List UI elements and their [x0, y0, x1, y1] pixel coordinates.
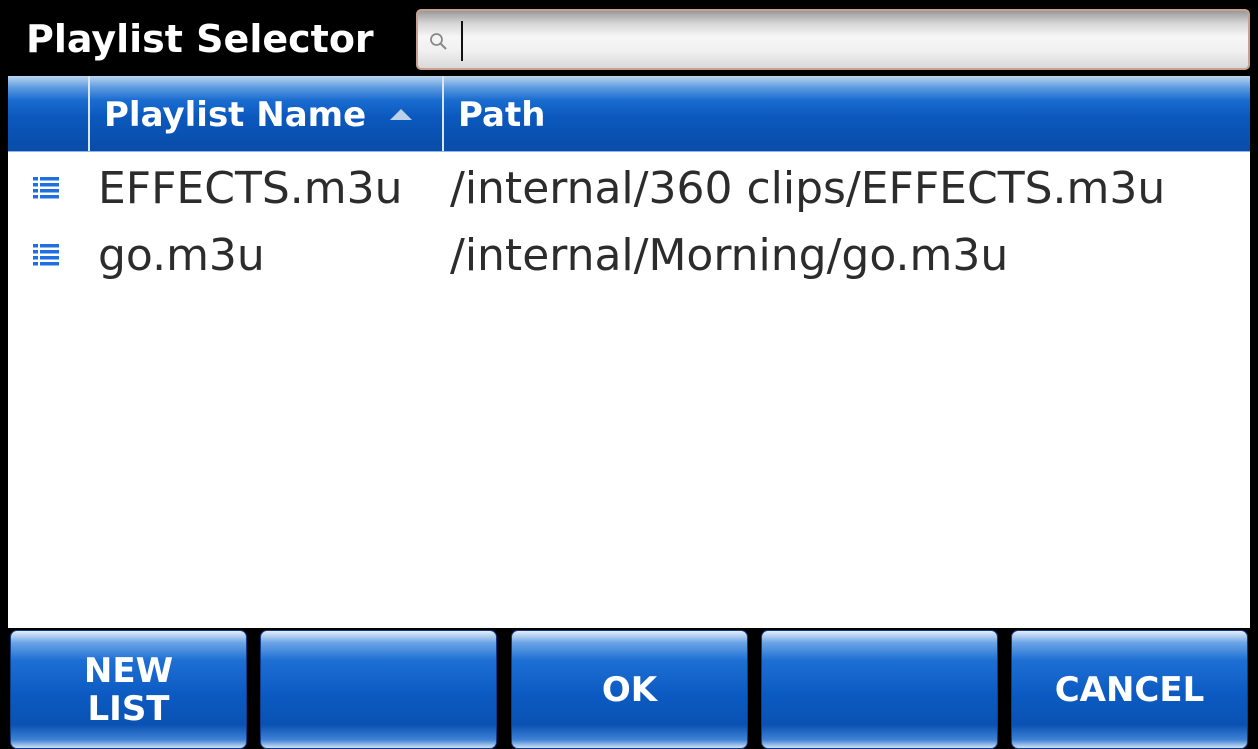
empty-button-2[interactable]: [260, 630, 497, 749]
search-icon: [430, 33, 447, 50]
playlist-path: /internal/Morning/go.m3u: [450, 230, 1009, 281]
column-header-label: Playlist Name: [104, 95, 367, 135]
playlist-table: Playlist Name Path EFFECTS.m3u /internal…: [8, 76, 1250, 628]
new-list-button-label: NEW LIST: [83, 650, 174, 729]
new-list-button[interactable]: NEW LIST: [10, 630, 247, 749]
cancel-button[interactable]: CANCEL: [1011, 630, 1248, 749]
playlist-icon: [33, 177, 59, 199]
dialog-title: Playlist Selector: [26, 17, 374, 61]
search-input[interactable]: [458, 17, 1228, 63]
column-header-playlist-name[interactable]: Playlist Name: [92, 76, 444, 151]
cancel-button-label: CANCEL: [1054, 669, 1205, 710]
sort-ascending-icon: [390, 109, 412, 120]
table-row[interactable]: go.m3u /internal/Morning/go.m3u: [8, 221, 1250, 291]
ok-button-label: OK: [601, 669, 658, 710]
playlist-path: /internal/360 clips/EFFECTS.m3u: [450, 163, 1166, 214]
column-header-label: Path: [458, 95, 546, 135]
table-row[interactable]: EFFECTS.m3u /internal/360 clips/EFFECTS.…: [8, 154, 1250, 224]
playlist-name: go.m3u: [98, 230, 265, 281]
search-box[interactable]: [416, 9, 1250, 70]
title-bar: Playlist Selector: [0, 0, 1258, 76]
empty-button-4[interactable]: [761, 630, 998, 749]
ok-button[interactable]: OK: [511, 630, 748, 749]
column-header-path[interactable]: Path: [446, 76, 1246, 151]
button-bar: NEW LIST OK CANCEL: [0, 628, 1258, 749]
text-cursor: [461, 21, 463, 61]
playlist-name: EFFECTS.m3u: [98, 163, 403, 214]
table-header: Playlist Name Path: [8, 76, 1250, 152]
playlist-icon: [33, 244, 59, 266]
icon-column-header: [8, 76, 90, 151]
